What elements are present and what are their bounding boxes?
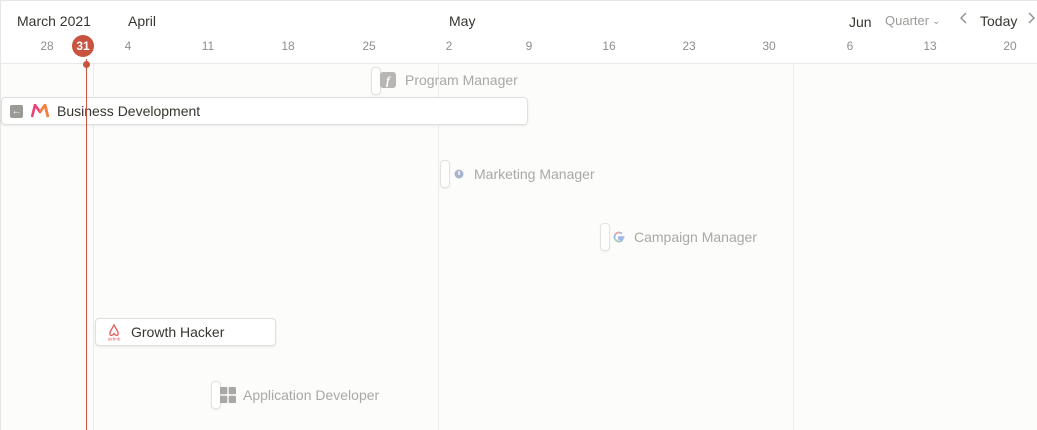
item-label: Program Manager: [405, 72, 518, 88]
myntra-logo-icon: [31, 102, 49, 120]
timeline-item-program-manager[interactable]: f Program Manager: [379, 66, 539, 94]
day-label: 28: [40, 39, 54, 53]
day-label: 23: [682, 39, 696, 53]
timeline-item-business-development[interactable]: ← Business Development: [1, 97, 528, 125]
month-label-may: May: [449, 13, 476, 29]
chevron-right-icon: [1028, 12, 1035, 24]
item-bar-handle[interactable]: [600, 223, 610, 251]
arrow-left-icon[interactable]: ←: [10, 104, 23, 118]
day-label: 16: [602, 39, 616, 53]
day-label: 11: [201, 39, 215, 53]
airbnb-logo-icon: airbnb: [105, 323, 123, 341]
day-label: 13: [923, 39, 937, 53]
today-day-marker: 31: [72, 35, 94, 57]
day-label: 9: [525, 39, 533, 53]
day-label: 20: [1003, 39, 1017, 53]
timeline-item-marketing-manager[interactable]: Marketing Manager: [450, 160, 620, 188]
day-label: 25: [362, 39, 376, 53]
item-label: Campaign Manager: [634, 229, 757, 245]
chevron-left-icon: [960, 12, 967, 24]
windows-grid-icon: [219, 386, 237, 404]
day-label: 30: [762, 39, 776, 53]
info-dot-icon: [450, 165, 468, 183]
item-label: Application Developer: [243, 387, 380, 403]
grid-line-june: [793, 64, 794, 430]
view-range-label: Quarter: [885, 13, 930, 28]
day-label: 6: [846, 39, 854, 53]
timeline-header: March 2021 April May Jun 28 31 4 11 18 2…: [1, 1, 1037, 64]
month-label-april: April: [128, 13, 157, 29]
view-range-dropdown[interactable]: Quarter ⌄: [885, 13, 940, 28]
previous-period-button[interactable]: [959, 11, 969, 28]
item-label: Growth Hacker: [131, 324, 225, 340]
svg-text:airbnb: airbnb: [108, 337, 121, 342]
day-label: 18: [281, 39, 295, 53]
timeline-item-application-developer[interactable]: Application Developer: [219, 381, 399, 409]
item-label: Business Development: [57, 103, 201, 119]
timeline-item-growth-hacker[interactable]: airbnb Growth Hacker: [95, 318, 276, 346]
month-label-june: Jun: [849, 14, 872, 30]
month-label-march: March 2021: [17, 13, 91, 29]
day-label: 2: [445, 39, 453, 53]
chevron-down-icon: ⌄: [932, 16, 941, 27]
timeline-item-campaign-manager[interactable]: Campaign Manager: [610, 223, 780, 251]
today-button[interactable]: Today: [980, 13, 1017, 29]
timeline-view: March 2021 April May Jun 28 31 4 11 18 2…: [0, 0, 1037, 430]
google-g-icon: [610, 228, 628, 246]
next-period-button[interactable]: [1026, 11, 1036, 28]
day-label: 4: [124, 39, 132, 53]
item-bar-handle[interactable]: [440, 160, 450, 188]
font-f-icon: f: [379, 71, 397, 89]
item-label: Marketing Manager: [474, 166, 595, 182]
today-line: [86, 59, 87, 430]
